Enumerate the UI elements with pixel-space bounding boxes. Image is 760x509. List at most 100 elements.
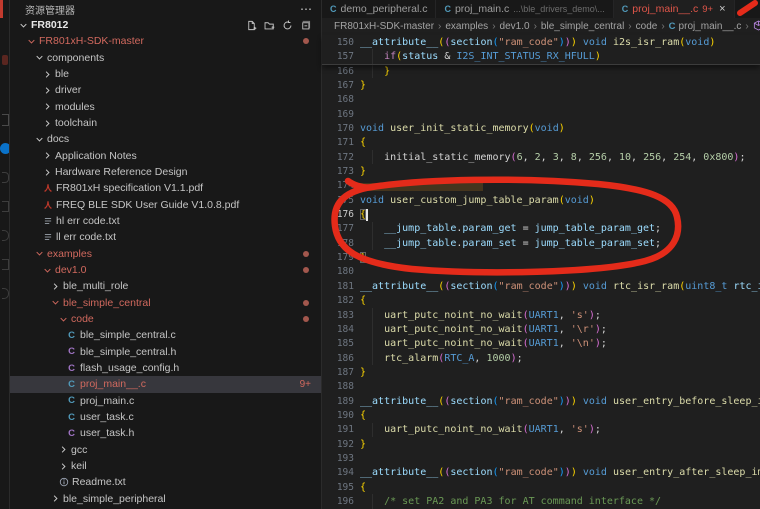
code-line-150[interactable]: 150__attribute__((section("ram_code"))) … xyxy=(322,35,760,49)
tab-demo-peripheral-c[interactable]: Cdemo_peripheral.c xyxy=(322,0,436,18)
activity-badge xyxy=(0,143,10,154)
code-line-193[interactable]: 193 xyxy=(322,451,760,465)
txt-file-icon xyxy=(41,232,54,242)
tree-item-fr8012[interactable]: FR8012 xyxy=(10,17,321,33)
tree-item-ble[interactable]: ble xyxy=(10,66,321,82)
tree-item-keil[interactable]: keil xyxy=(10,458,321,474)
problems-badge: 9+ xyxy=(300,379,311,390)
tab-proj-main-c[interactable]: Cproj_main.c...\ble_drivers_demo\... xyxy=(436,0,613,18)
tree-item-ble-multi-role[interactable]: ble_multi_role xyxy=(10,278,321,294)
c-file-icon: C xyxy=(622,3,629,15)
code-line-176[interactable]: 176{ xyxy=(322,207,760,221)
code-line-194[interactable]: 194__attribute__((section("ram_code"))) … xyxy=(322,466,760,480)
new-folder-icon[interactable] xyxy=(264,20,275,31)
code-line-191[interactable]: 191 uart_putc_noint_no_wait(UART1, 's'); xyxy=(322,423,760,437)
close-icon[interactable]: × xyxy=(719,3,725,15)
code-line-168[interactable]: 168 xyxy=(322,93,760,107)
chevron-down-icon xyxy=(49,298,61,307)
tree-item-ble-simple-central[interactable]: ble_simple_central xyxy=(10,295,321,311)
code-line-186[interactable]: 186 rtc_alarm(RTC_A, 1000); xyxy=(322,351,760,365)
tree-item-fr801xh-specification-v1-1-pdf[interactable]: FR801xH specification V1.1.pdf xyxy=(10,180,321,196)
code-line-171[interactable]: 171{ xyxy=(322,136,760,150)
code-line-189[interactable]: 189__attribute__((section("ram_code"))) … xyxy=(322,394,760,408)
tree-item-user-task-c[interactable]: Cuser_task.c xyxy=(10,409,321,425)
code-line-196[interactable]: 196 /* set PA2 and PA3 for AT command in… xyxy=(322,494,760,508)
tree-item-readme-txt[interactable]: Readme.txt xyxy=(10,474,321,490)
tree-item-fr801xh-sdk-master[interactable]: FR801xH-SDK-master xyxy=(10,33,321,49)
code-line-179[interactable]: 179} xyxy=(322,250,760,264)
breadcrumb-separator: › xyxy=(534,21,537,32)
tree-item-docs[interactable]: docs xyxy=(10,131,321,147)
refresh-icon[interactable] xyxy=(282,20,293,31)
breadcrumb-item-use[interactable]: use xyxy=(753,20,760,34)
chevron-down-icon xyxy=(57,315,69,324)
code-editor[interactable]: 166 }167}168169170void user_init_static_… xyxy=(322,64,760,509)
code-line-170[interactable]: 170void user_init_static_memory(void) xyxy=(322,121,760,135)
new-file-icon[interactable] xyxy=(246,20,257,31)
breadcrumb-item-examples[interactable]: examples xyxy=(445,21,488,32)
breadcrumb-separator: › xyxy=(438,21,441,32)
breadcrumb-item-fr801xh-sdk-master[interactable]: FR801xH-SDK-master xyxy=(334,21,434,32)
tree-item-ble-simple-central-h[interactable]: Cble_simple_central.h xyxy=(10,344,321,360)
code-line-175[interactable]: 175void user_custom_jump_table_param(voi… xyxy=(322,193,760,207)
breadcrumb-separator: › xyxy=(661,21,664,32)
tab-proj-main-c[interactable]: Cproj_main__.c9+× xyxy=(614,0,735,18)
explorer-title: 资源管理器 xyxy=(25,2,75,17)
tree-item-user-task-h[interactable]: Cuser_task.h xyxy=(10,425,321,441)
chevron-down-icon xyxy=(25,37,37,46)
code-line-157[interactable]: 157 if(status & I2S_INT_STATUS_RX_HFULL) xyxy=(322,49,760,63)
code-line-188[interactable]: 188 xyxy=(322,380,760,394)
code-line-184[interactable]: 184 uart_putc_noint_no_wait(UART1, '\r')… xyxy=(322,322,760,336)
tree-item-components[interactable]: components xyxy=(10,50,321,66)
code-line-178[interactable]: 178 __jump_table.param_set = jump_table_… xyxy=(322,236,760,250)
chevron-down-icon xyxy=(33,135,45,144)
sticky-scroll: 150__attribute__((section("ram_code"))) … xyxy=(322,35,760,65)
collapse-all-icon[interactable] xyxy=(300,20,311,31)
tree-item-application-notes[interactable]: Application Notes xyxy=(10,148,321,164)
c-blue-icon: C xyxy=(669,21,676,32)
chevron-right-icon xyxy=(41,119,53,128)
tree-item-ble-simple-peripheral[interactable]: ble_simple_peripheral xyxy=(10,491,321,507)
code-line-190[interactable]: 190{ xyxy=(322,408,760,422)
activity-icon-fragment xyxy=(2,55,8,65)
tree-item-proj-main-c[interactable]: Cproj_main__.c9+ xyxy=(10,376,321,392)
tree-item-gcc[interactable]: gcc xyxy=(10,442,321,458)
more-actions-icon[interactable]: ⋯ xyxy=(300,2,313,16)
tree-item-driver[interactable]: driver xyxy=(10,82,321,98)
breadcrumb-item-ble-simple-central[interactable]: ble_simple_central xyxy=(541,21,624,32)
code-line-169[interactable]: 169 xyxy=(322,107,760,121)
code-line-192[interactable]: 192} xyxy=(322,437,760,451)
code-line-166[interactable]: 166 } xyxy=(322,64,760,78)
tree-item-flash-usage-config-h[interactable]: Cflash_usage_config.h xyxy=(10,360,321,376)
tree-item-modules[interactable]: modules xyxy=(10,99,321,115)
code-line-185[interactable]: 185 uart_putc_noint_no_wait(UART1, '\n')… xyxy=(322,337,760,351)
breadcrumb-item-dev1-0[interactable]: dev1.0 xyxy=(500,21,530,32)
tree-item-examples[interactable]: examples xyxy=(10,246,321,262)
code-line-173[interactable]: 173} xyxy=(322,164,760,178)
code-line-183[interactable]: 183 uart_putc_noint_no_wait(UART1, 's'); xyxy=(322,308,760,322)
code-line-195[interactable]: 195{ xyxy=(322,480,760,494)
tree-item-toolchain[interactable]: toolchain xyxy=(10,115,321,131)
breadcrumb-item-code[interactable]: code xyxy=(636,21,658,32)
c-purple-file-icon: C xyxy=(65,363,78,374)
tree-item-freq-ble-sdk-user-guide-v1-0-8-pdf[interactable]: FREQ BLE SDK User Guide V1.0.8.pdf xyxy=(10,197,321,213)
file-tree: FR8012FR801xH-SDK-mastercomponentsbledri… xyxy=(10,17,321,507)
tree-item-dev1-0[interactable]: dev1.0 xyxy=(10,262,321,278)
code-line-172[interactable]: 172 initial_static_memory(6, 2, 3, 8, 25… xyxy=(322,150,760,164)
breadcrumb-item-proj-main-c[interactable]: Cproj_main__.c xyxy=(669,21,742,32)
tree-item-hardware-reference-design[interactable]: Hardware Reference Design xyxy=(10,164,321,180)
chevron-right-icon xyxy=(41,168,53,177)
code-line-180[interactable]: 180 xyxy=(322,265,760,279)
tree-item-code[interactable]: code xyxy=(10,311,321,327)
code-line-177[interactable]: 177 __jump_table.param_get = jump_table_… xyxy=(322,222,760,236)
code-line-167[interactable]: 167} xyxy=(322,78,760,92)
code-line-187[interactable]: 187} xyxy=(322,365,760,379)
code-line-181[interactable]: 181__attribute__((section("ram_code"))) … xyxy=(322,279,760,293)
tree-item-ll-err-code-txt[interactable]: ll err code.txt xyxy=(10,229,321,245)
tree-item-hl-err-code-txt[interactable]: hl err code.txt xyxy=(10,213,321,229)
code-line-174[interactable]: 174 xyxy=(322,179,760,193)
tree-item-ble-simple-central-c[interactable]: Cble_simple_central.c xyxy=(10,327,321,343)
activity-bar[interactable] xyxy=(0,0,10,509)
code-line-182[interactable]: 182{ xyxy=(322,294,760,308)
tree-item-proj-main-c[interactable]: Cproj_main.c xyxy=(10,393,321,409)
